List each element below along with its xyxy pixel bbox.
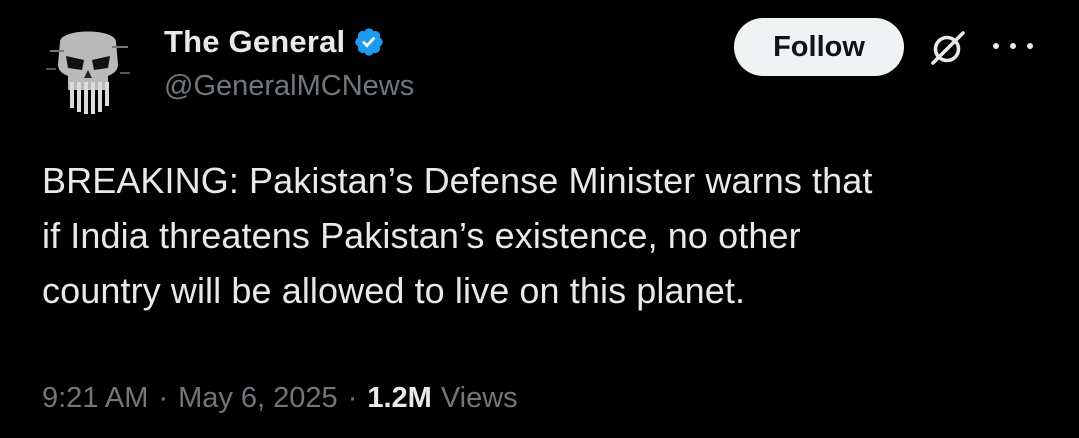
meta-separator: · [347, 381, 358, 414]
follow-button[interactable]: Follow [734, 18, 904, 76]
author-name-row: The General [164, 20, 385, 64]
meta-separator: · [158, 381, 169, 414]
tweet-card: The General @GeneralMCNews Follow BREAKI… [0, 0, 1079, 438]
tweet-text: BREAKING: Pakistan’s Defense Minister wa… [42, 153, 1052, 318]
verified-badge-icon [353, 26, 385, 58]
more-dot [1010, 43, 1016, 49]
tweet-text-line: country will be allowed to live on this … [42, 270, 746, 311]
punisher-skull-icon [40, 20, 136, 116]
avatar[interactable] [40, 20, 136, 116]
tweet-text-line: if India threatens Pakistan’s existence,… [42, 215, 801, 256]
author-display-name[interactable]: The General [164, 24, 345, 60]
grok-icon[interactable] [926, 26, 970, 70]
tweet-time[interactable]: 9:21 AM [42, 382, 148, 415]
more-dot [993, 43, 999, 49]
views-count: 1.2M [367, 381, 432, 414]
views-label: Views [440, 381, 518, 414]
more-options-icon[interactable] [993, 34, 1033, 58]
author-handle[interactable]: @GeneralMCNews [164, 70, 414, 103]
tweet-text-line: BREAKING: Pakistan’s Defense Minister wa… [42, 160, 873, 201]
tweet-date[interactable]: May 6, 2025 [178, 382, 338, 415]
more-dot [1027, 43, 1033, 49]
tweet-meta: 9:21 AM · May 6, 2025 · 1.2M Views [42, 376, 518, 420]
